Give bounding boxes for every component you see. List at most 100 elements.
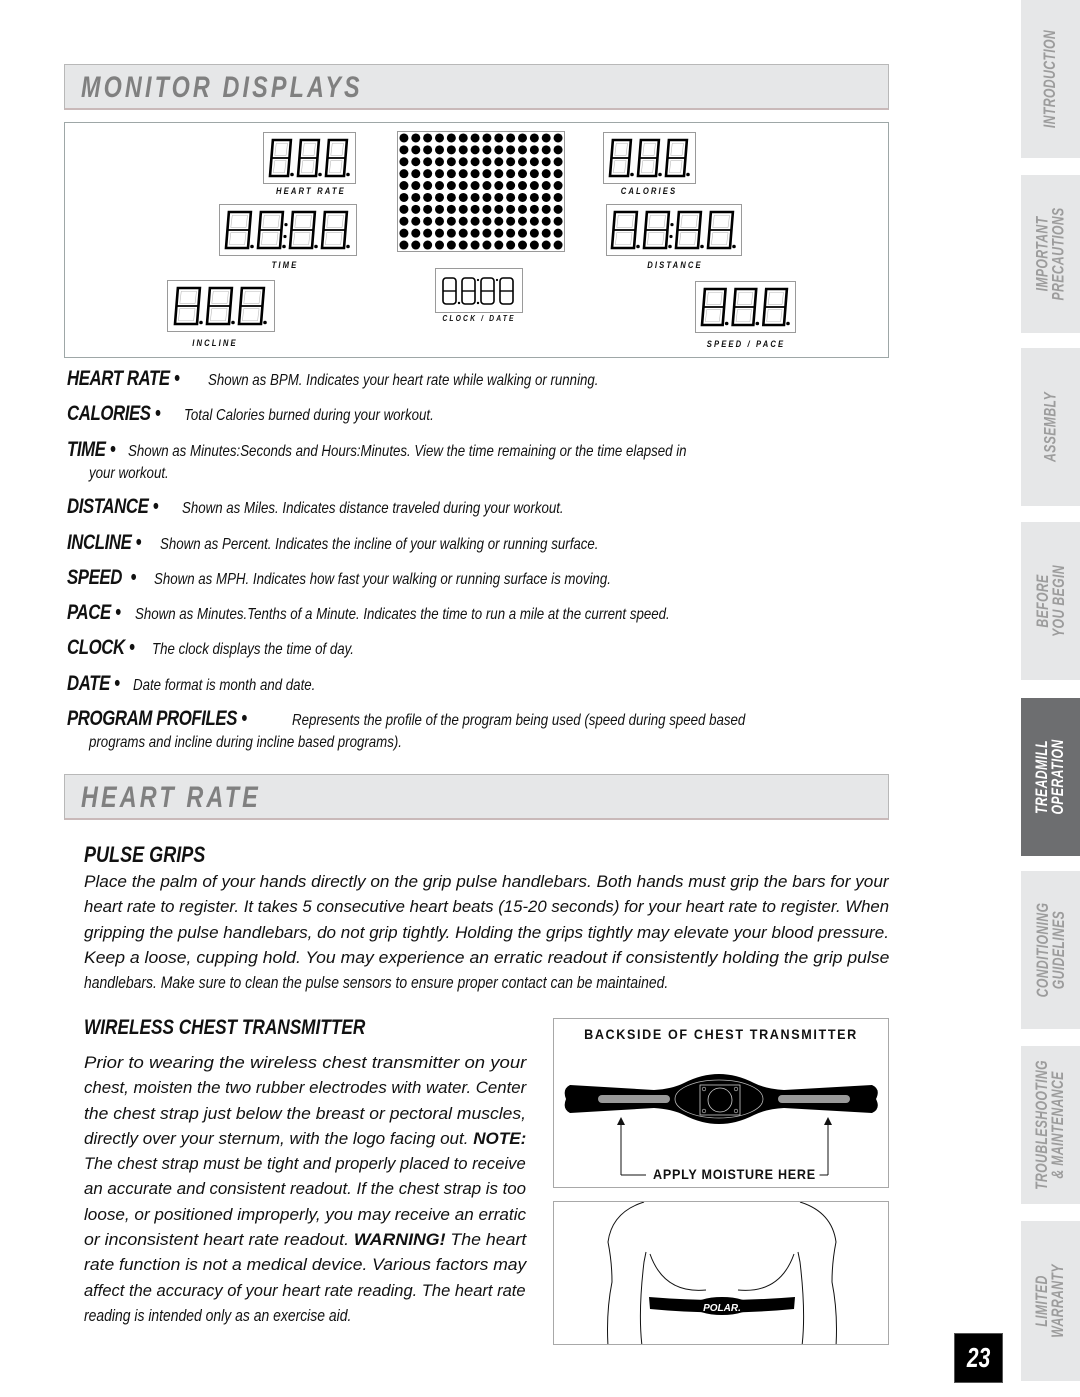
definition-term: CLOCK •	[67, 636, 135, 659]
seven-segment-digit	[320, 210, 350, 250]
clock-date-display	[435, 268, 523, 313]
monitor-display-panel: HEART RATE CALORIES TIME DISTANCE INCLIN…	[64, 122, 889, 358]
matrix-dot	[506, 216, 516, 226]
side-tab-treadmill-operation[interactable]: TREADMILL OPERATION	[1021, 698, 1080, 856]
definition-desc: Total Calories burned during your workou…	[184, 407, 435, 424]
matrix-dot	[553, 204, 563, 214]
program-profile-dot-matrix	[397, 131, 565, 252]
matrix-dot	[553, 216, 563, 226]
side-tab-introduction[interactable]: INTRODUCTION	[1021, 0, 1080, 158]
matrix-dot	[423, 169, 433, 179]
definition-date: DATE • Date format is month and date.	[67, 673, 867, 697]
matrix-dot	[529, 228, 539, 238]
side-tab-before-you-begin[interactable]: BEFORE YOU BEGIN	[1021, 522, 1080, 680]
matrix-dot	[482, 204, 492, 214]
matrix-dot	[446, 240, 456, 250]
matrix-dot	[553, 157, 563, 167]
matrix-dot	[411, 181, 421, 191]
distance-display	[606, 204, 742, 256]
decimal-point	[314, 244, 318, 249]
colon-dot	[670, 223, 674, 227]
seven-segment-digit	[636, 138, 662, 178]
decimal-point	[250, 244, 254, 249]
definition-desc: Shown as Percent. Indicates the incline …	[160, 536, 599, 553]
matrix-dot	[482, 228, 492, 238]
matrix-dot	[553, 145, 563, 155]
matrix-dot	[517, 145, 528, 155]
time-display	[219, 204, 357, 256]
matrix-dot	[458, 169, 468, 179]
paragraph-line: affect the accuracy of your heart rate r…	[84, 1280, 526, 1300]
matrix-dot	[446, 228, 456, 238]
matrix-dot	[411, 204, 421, 214]
seven-segment-digit	[700, 287, 728, 327]
matrix-dot	[446, 157, 456, 167]
matrix-dot	[434, 240, 445, 250]
side-tab-limited-warranty[interactable]: LIMITED WARRANTY	[1021, 1221, 1080, 1381]
colon-dot	[284, 223, 288, 227]
matrix-dot	[482, 181, 492, 191]
matrix-dot	[482, 145, 492, 155]
clock-digit	[480, 276, 495, 305]
matrix-dot	[411, 240, 421, 250]
colon-dot	[669, 234, 673, 239]
matrix-dot	[446, 204, 456, 214]
side-tab-important-precautions[interactable]: IMPORTANT PRECAUTIONS	[1021, 175, 1080, 333]
decimal-point	[629, 172, 634, 177]
decimal-point	[346, 244, 350, 249]
matrix-dot	[482, 216, 492, 226]
chest-transmitter-illustration	[564, 1074, 878, 1176]
seven-segment-digit	[674, 210, 704, 250]
seven-segment-digit	[706, 210, 736, 250]
colon-dot	[495, 278, 499, 281]
matrix-dot	[411, 157, 421, 167]
speed-pace-display	[695, 281, 796, 333]
decimal-point	[668, 244, 672, 249]
definition-desc-continued: your workout.	[89, 465, 169, 482]
matrix-dot	[446, 192, 456, 202]
colon-dot	[283, 234, 287, 239]
clock-date-label: CLOCK / DATE	[442, 314, 516, 323]
matrix-dot	[423, 145, 433, 155]
matrix-dot	[482, 157, 492, 167]
matrix-dot	[434, 181, 445, 191]
matrix-dot	[399, 157, 409, 167]
seven-segment-digit	[173, 286, 203, 326]
time-label: TIME	[271, 260, 299, 270]
matrix-dot	[517, 228, 528, 238]
matrix-dot	[529, 169, 539, 179]
definition-heart-rate: HEART RATE • Shown as BPM. Indicates you…	[67, 368, 867, 392]
matrix-dot	[517, 157, 528, 167]
definition-term: DATE •	[67, 672, 120, 695]
paragraph-line: handlebars. Make sure to clean the pulse…	[84, 973, 669, 993]
tab-label: LIMITED WARRANTY	[1032, 1264, 1068, 1338]
seven-segment-digit	[296, 138, 322, 178]
matrix-dot	[506, 157, 516, 167]
tab-label: TREADMILL OPERATION	[1032, 739, 1068, 815]
matrix-dot	[541, 169, 551, 179]
matrix-dot	[541, 204, 551, 214]
matrix-dot	[529, 192, 539, 202]
seven-segment-readout	[173, 286, 267, 326]
side-tab-assembly[interactable]: ASSEMBLY	[1021, 348, 1080, 506]
side-tab-conditioning-guidelines[interactable]: CONDITIONING GUIDELINES	[1021, 871, 1080, 1029]
incline-label: INCLINE	[192, 338, 238, 348]
matrix-dot	[541, 240, 551, 250]
side-tab-troubleshooting-maintenance[interactable]: TROUBLESHOOTING & MAINTENANCE	[1021, 1046, 1080, 1204]
tab-label: ASSEMBLY	[1040, 392, 1060, 462]
matrix-dot	[434, 204, 445, 214]
matrix-dot	[541, 133, 551, 143]
paragraph-line: an accurate and consistent readout. If t…	[84, 1179, 527, 1199]
paragraph-line: chest, moisten the two rubber electrodes…	[84, 1078, 527, 1098]
paragraph-line: rate function is not a medical device. V…	[84, 1255, 527, 1275]
matrix-dot	[411, 133, 421, 143]
seven-segment-digit	[224, 210, 254, 250]
matrix-dot	[482, 192, 492, 202]
torso-with-strap-illustration: POLAR.	[607, 1202, 837, 1344]
matrix-dot	[494, 204, 504, 214]
paragraph-line: gripping the pulse handlebars, do not gr…	[84, 922, 889, 942]
tab-label: CONDITIONING GUIDELINES	[1032, 902, 1068, 998]
matrix-dot	[458, 145, 468, 155]
matrix-dot	[494, 169, 504, 179]
tab-label: BEFORE YOU BEGIN	[1032, 565, 1068, 637]
